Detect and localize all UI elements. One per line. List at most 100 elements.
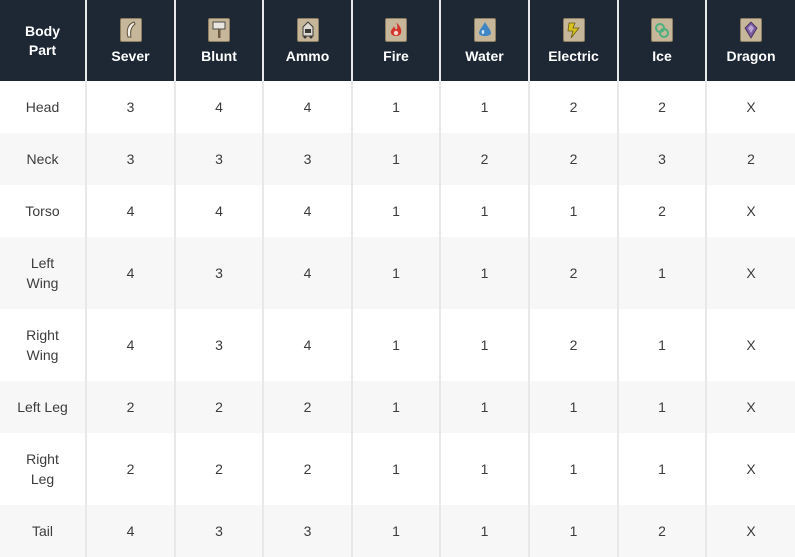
ammo-cell: 4 <box>262 237 352 309</box>
dragon-cell: X <box>705 237 795 309</box>
header-body-part: Body Part <box>0 0 86 81</box>
dragon-cell: X <box>705 309 795 381</box>
water-cell: 2 <box>439 133 529 185</box>
blunt-cell: 4 <box>174 185 263 237</box>
header-body-part-label: Body Part <box>25 22 60 58</box>
ice-crystal-icon <box>651 17 673 42</box>
header-sever-label: Sever <box>111 47 150 64</box>
body-part-cell: Left Wing <box>0 237 86 309</box>
water-cell: 1 <box>439 505 529 557</box>
electric-cell: 1 <box>528 505 618 557</box>
body-part-cell: Left Leg <box>0 381 86 433</box>
header-blunt-label: Blunt <box>201 47 237 64</box>
ice-cell: 3 <box>617 133 706 185</box>
ammo-cell: 4 <box>262 309 352 381</box>
ice-cell: 1 <box>617 433 706 505</box>
table-row: Neck 3 3 3 1 2 2 3 2 <box>0 133 795 185</box>
table-row: Torso 4 4 4 1 1 1 2 X <box>0 185 795 237</box>
table-row: Tail 4 3 3 1 1 1 2 X <box>0 505 795 557</box>
blunt-cell: 3 <box>174 505 263 557</box>
sever-cell: 3 <box>85 133 175 185</box>
ammo-cell: 2 <box>262 381 352 433</box>
body-part-cell: Tail <box>0 505 86 557</box>
body-part-cell: Neck <box>0 133 86 185</box>
weakness-table: Body Part Sever Blunt Ammo Fire Water El… <box>0 0 795 557</box>
ice-cell: 2 <box>617 505 706 557</box>
dragon-cell: 2 <box>705 133 795 185</box>
ice-cell: 1 <box>617 309 706 381</box>
dragon-cell: X <box>705 185 795 237</box>
ice-cell: 2 <box>617 185 706 237</box>
body-part-cell: Torso <box>0 185 86 237</box>
header-blunt: Blunt <box>174 0 263 81</box>
fire-cell: 1 <box>351 309 440 381</box>
electric-cell: 1 <box>528 433 618 505</box>
sever-cell: 4 <box>85 185 175 237</box>
fire-cell: 1 <box>351 381 440 433</box>
header-dragon-label: Dragon <box>726 47 776 64</box>
sever-cell: 4 <box>85 505 175 557</box>
blunt-hammer-icon <box>208 17 230 42</box>
fire-cell: 1 <box>351 433 440 505</box>
header-ice: Ice <box>617 0 706 81</box>
ammo-cell: 3 <box>262 133 352 185</box>
dragon-cell: X <box>705 505 795 557</box>
sever-claw-icon <box>119 17 142 42</box>
dragon-cell: X <box>705 433 795 505</box>
blunt-cell: 3 <box>174 309 263 381</box>
table-row: Head 3 4 4 1 1 2 2 X <box>0 81 795 133</box>
electric-cell: 2 <box>528 81 618 133</box>
water-cell: 1 <box>439 185 529 237</box>
fire-cell: 1 <box>351 505 440 557</box>
water-cell: 1 <box>439 309 529 381</box>
header-water-label: Water <box>465 47 504 64</box>
body-part-cell: Head <box>0 81 86 133</box>
electric-cell: 2 <box>528 309 618 381</box>
water-cell: 1 <box>439 381 529 433</box>
table-row: Right Leg 2 2 2 1 1 1 1 X <box>0 433 795 505</box>
sever-cell: 4 <box>85 309 175 381</box>
sever-cell: 2 <box>85 433 175 505</box>
water-cell: 1 <box>439 81 529 133</box>
ammo-cell: 3 <box>262 505 352 557</box>
blunt-cell: 4 <box>174 81 263 133</box>
header-sever: Sever <box>85 0 175 81</box>
fire-cell: 1 <box>351 237 440 309</box>
water-cell: 1 <box>439 433 529 505</box>
sever-cell: 4 <box>85 237 175 309</box>
sever-cell: 2 <box>85 381 175 433</box>
header-fire: Fire <box>351 0 440 81</box>
blunt-cell: 3 <box>174 133 263 185</box>
body-part-cell: Right Wing <box>0 309 86 381</box>
header-dragon: Dragon <box>705 0 795 81</box>
fire-cell: 1 <box>351 81 440 133</box>
water-drop-icon <box>473 17 496 42</box>
ammo-cart-icon <box>296 17 319 42</box>
ammo-cell: 2 <box>262 433 352 505</box>
table-row: Left Wing 4 3 4 1 1 2 1 X <box>0 237 795 309</box>
header-fire-label: Fire <box>383 47 409 64</box>
header-ammo: Ammo <box>262 0 352 81</box>
blunt-cell: 3 <box>174 237 263 309</box>
table-row: Left Leg 2 2 2 1 1 1 1 X <box>0 381 795 433</box>
blunt-cell: 2 <box>174 433 263 505</box>
electric-cell: 1 <box>528 185 618 237</box>
body-part-cell: Right Leg <box>0 433 86 505</box>
dragon-cell: X <box>705 381 795 433</box>
table-row: Right Wing 4 3 4 1 1 2 1 X <box>0 309 795 381</box>
ammo-cell: 4 <box>262 185 352 237</box>
dragon-gem-icon <box>740 17 762 42</box>
fire-flame-icon <box>385 17 407 42</box>
fire-cell: 1 <box>351 185 440 237</box>
electric-bolt-icon <box>562 17 585 42</box>
header-electric-label: Electric <box>548 47 599 64</box>
sever-cell: 3 <box>85 81 175 133</box>
electric-cell: 2 <box>528 237 618 309</box>
header-water: Water <box>439 0 529 81</box>
dragon-cell: X <box>705 81 795 133</box>
ice-cell: 1 <box>617 381 706 433</box>
electric-cell: 2 <box>528 133 618 185</box>
header-ice-label: Ice <box>652 47 672 64</box>
ice-cell: 2 <box>617 81 706 133</box>
blunt-cell: 2 <box>174 381 263 433</box>
